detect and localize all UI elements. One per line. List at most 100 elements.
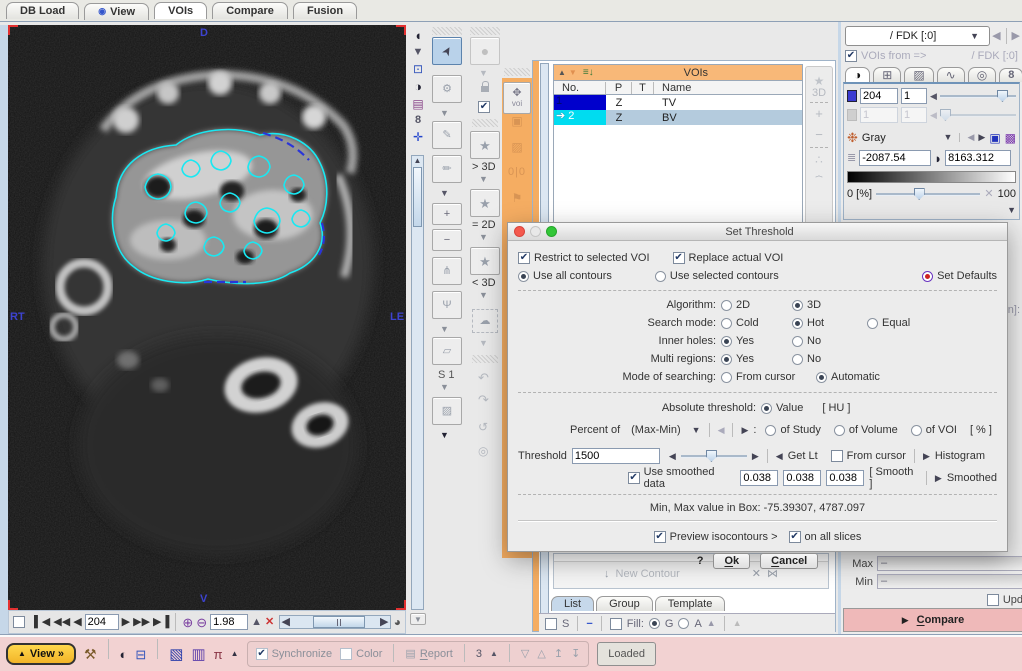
strip-scrollbar-thumb[interactable] — [413, 167, 422, 227]
fast-forward-button[interactable]: ▶▶ — [133, 617, 150, 628]
vois-from-checkbox[interactable] — [845, 50, 857, 62]
tab-link[interactable]: 8 — [999, 68, 1022, 82]
fill-g-radio[interactable] — [649, 618, 660, 629]
extra-options-dropdown[interactable]: ▲ — [733, 619, 742, 628]
smooth-x-input[interactable] — [740, 470, 778, 486]
flood-eq-2d-button[interactable]: ★ — [470, 189, 500, 217]
histogram-arrow[interactable]: ▶ — [923, 452, 930, 461]
palette-drag-handle[interactable] — [432, 27, 462, 35]
select-tool-button[interactable]: ➤ — [432, 37, 462, 65]
ok-button[interactable]: Ok — [713, 553, 750, 569]
slice-slider[interactable] — [940, 88, 1016, 104]
eraser-group-dropdown[interactable]: ▼ — [440, 325, 449, 334]
of-study-option[interactable]: of Study — [765, 424, 820, 436]
series-selector-dropdown[interactable]: / FDK [:0] ▼ — [845, 26, 990, 46]
section-drag-handle[interactable] — [472, 355, 498, 363]
palette-more-dropdown[interactable]: ▼ — [440, 431, 449, 440]
display-settings-icon[interactable]: ⊡ — [406, 63, 430, 75]
slice-prev-arrow[interactable]: ◀ — [930, 92, 937, 101]
preview-isocontours-option[interactable]: Preview isocontours > — [654, 531, 778, 543]
of-voi-option[interactable]: of VOI — [911, 424, 957, 436]
atlas-icon[interactable]: ⏞ — [806, 176, 832, 188]
get-lt-label[interactable]: Get Lt — [788, 450, 818, 462]
table-tool-icon[interactable]: π — [214, 648, 223, 661]
shape-apply-checkbox[interactable] — [478, 101, 490, 113]
eraser-size-dropdown[interactable]: ▼ — [440, 383, 449, 392]
fast-back-button[interactable]: ◀◀ — [53, 617, 70, 628]
maximize-window-button[interactable] — [546, 226, 557, 237]
threshold-inc-arrow[interactable]: ▶ — [752, 452, 759, 461]
tab-db-load[interactable]: DB Load — [6, 2, 79, 19]
tag-voi-icon[interactable]: ⚑ — [502, 192, 532, 204]
ct-image-viewport[interactable]: D V RT LE — [8, 25, 406, 610]
colormap-dropdown-icon[interactable]: ▼ — [944, 133, 953, 142]
automatic-option[interactable]: Automatic — [816, 371, 880, 383]
flood-eq-dropdown[interactable]: ▼ — [479, 233, 488, 242]
synchronize-option[interactable]: Synchronize — [256, 648, 333, 660]
search-cold-option[interactable]: Cold — [721, 317, 787, 329]
send-up-icon[interactable]: △ — [537, 649, 545, 660]
viewport-checkbox[interactable] — [13, 616, 25, 628]
tab-fusion[interactable]: Fusion — [293, 2, 357, 19]
dialog-titlebar[interactable]: Set Threshold — [508, 223, 1007, 241]
slice-increment-input[interactable] — [901, 88, 927, 104]
set-defaults-option[interactable]: Set Defaults — [922, 270, 997, 282]
report-button[interactable]: ▤Report — [405, 648, 452, 660]
mirror-voi-icon[interactable]: 0|0 — [502, 167, 532, 178]
calculator-icon[interactable]: ⊟ — [135, 648, 146, 661]
prev-slice-button[interactable]: ◀ — [73, 617, 81, 628]
refresh-icon[interactable]: ↺ — [478, 421, 488, 433]
tab-contrast[interactable]: ◑ — [845, 67, 870, 82]
sort-order-icon[interactable]: ≡↓ — [583, 68, 594, 78]
on-all-slices-option[interactable]: on all slices — [789, 531, 862, 543]
viewport-scrollbar[interactable]: ◀ ▶ — [279, 615, 391, 629]
link-planes-icon[interactable]: 8 — [406, 115, 430, 126]
window-percent-slider[interactable] — [876, 186, 980, 202]
hammer-tool-button[interactable]: Ψ — [432, 291, 462, 319]
percent-prev-arrow[interactable]: ◀ — [718, 426, 725, 435]
close-window-button[interactable] — [514, 226, 525, 237]
interpolate-tool-button[interactable]: ⋔ — [432, 257, 462, 285]
next-slice-button[interactable]: ▶ — [122, 617, 130, 628]
algorithm-2d-option[interactable]: 2D — [721, 299, 787, 311]
histogram-label[interactable]: Histogram — [935, 450, 985, 462]
update-checkbox[interactable] — [987, 594, 999, 606]
strip-scrollbar[interactable]: ▲ — [411, 155, 424, 610]
settings-key-icon[interactable]: ⚒ — [84, 647, 97, 661]
first-slice-button[interactable]: ▌◀ — [34, 617, 50, 628]
frame-prev-arrow[interactable]: ◀ — [930, 111, 937, 120]
of-volume-option[interactable]: of Volume — [834, 424, 898, 436]
contrast-icon[interactable]: ◑ — [406, 80, 430, 93]
import-bottom-icon[interactable]: ↧ — [571, 649, 580, 660]
export-top-icon[interactable]: ↥ — [554, 649, 563, 660]
fill-options-dropdown[interactable]: ▲ — [707, 619, 716, 628]
paste-voi-icon[interactable]: ▨ — [502, 141, 532, 153]
tab-curves[interactable]: ∿ — [937, 67, 965, 82]
view-menu-button[interactable]: ▲ View » — [6, 643, 76, 665]
split-view-icon[interactable]: ◖ — [406, 29, 430, 42]
use-all-contours-option[interactable]: Use all contours — [518, 270, 612, 282]
search-equal-option[interactable]: Equal — [867, 317, 910, 329]
restrict-voi-option[interactable]: Restrict to selected VOI — [518, 252, 650, 264]
line-style-button[interactable]: − — [586, 618, 592, 630]
add-region-button[interactable]: + — [432, 203, 462, 225]
algorithm-3d-option[interactable]: 3D — [792, 299, 862, 311]
region-grow-button[interactable]: ☁ — [472, 309, 498, 333]
threshold-value-input[interactable] — [572, 448, 660, 464]
tree-group-icon[interactable]: ∴ — [806, 154, 832, 166]
smoothed-arrow[interactable]: ▶ — [935, 474, 942, 483]
last-slice-button[interactable]: ▶▐ — [153, 617, 169, 628]
remove-region-button[interactable]: − — [432, 229, 462, 251]
minimize-window-button[interactable] — [530, 226, 541, 237]
tab-layout[interactable]: ⊞ — [873, 67, 901, 82]
palette-drag-handle[interactable] — [470, 27, 500, 35]
use-smoothed-data-option[interactable]: Use smoothed data — [628, 466, 736, 490]
show-s-checkbox[interactable] — [545, 618, 557, 630]
cine-mode-icon[interactable]: ◕ — [394, 616, 401, 628]
fill-a-radio[interactable] — [678, 618, 689, 629]
reset-zoom-icon[interactable]: ✕ — [265, 617, 274, 628]
panel-section-dropdown[interactable]: ▼ — [1007, 206, 1016, 215]
eraser-3d-tool-button[interactable]: ▨ — [432, 397, 462, 425]
sort-asc-icon[interactable]: ▲ — [558, 69, 566, 77]
tab-vois[interactable]: VOIs — [154, 2, 207, 19]
